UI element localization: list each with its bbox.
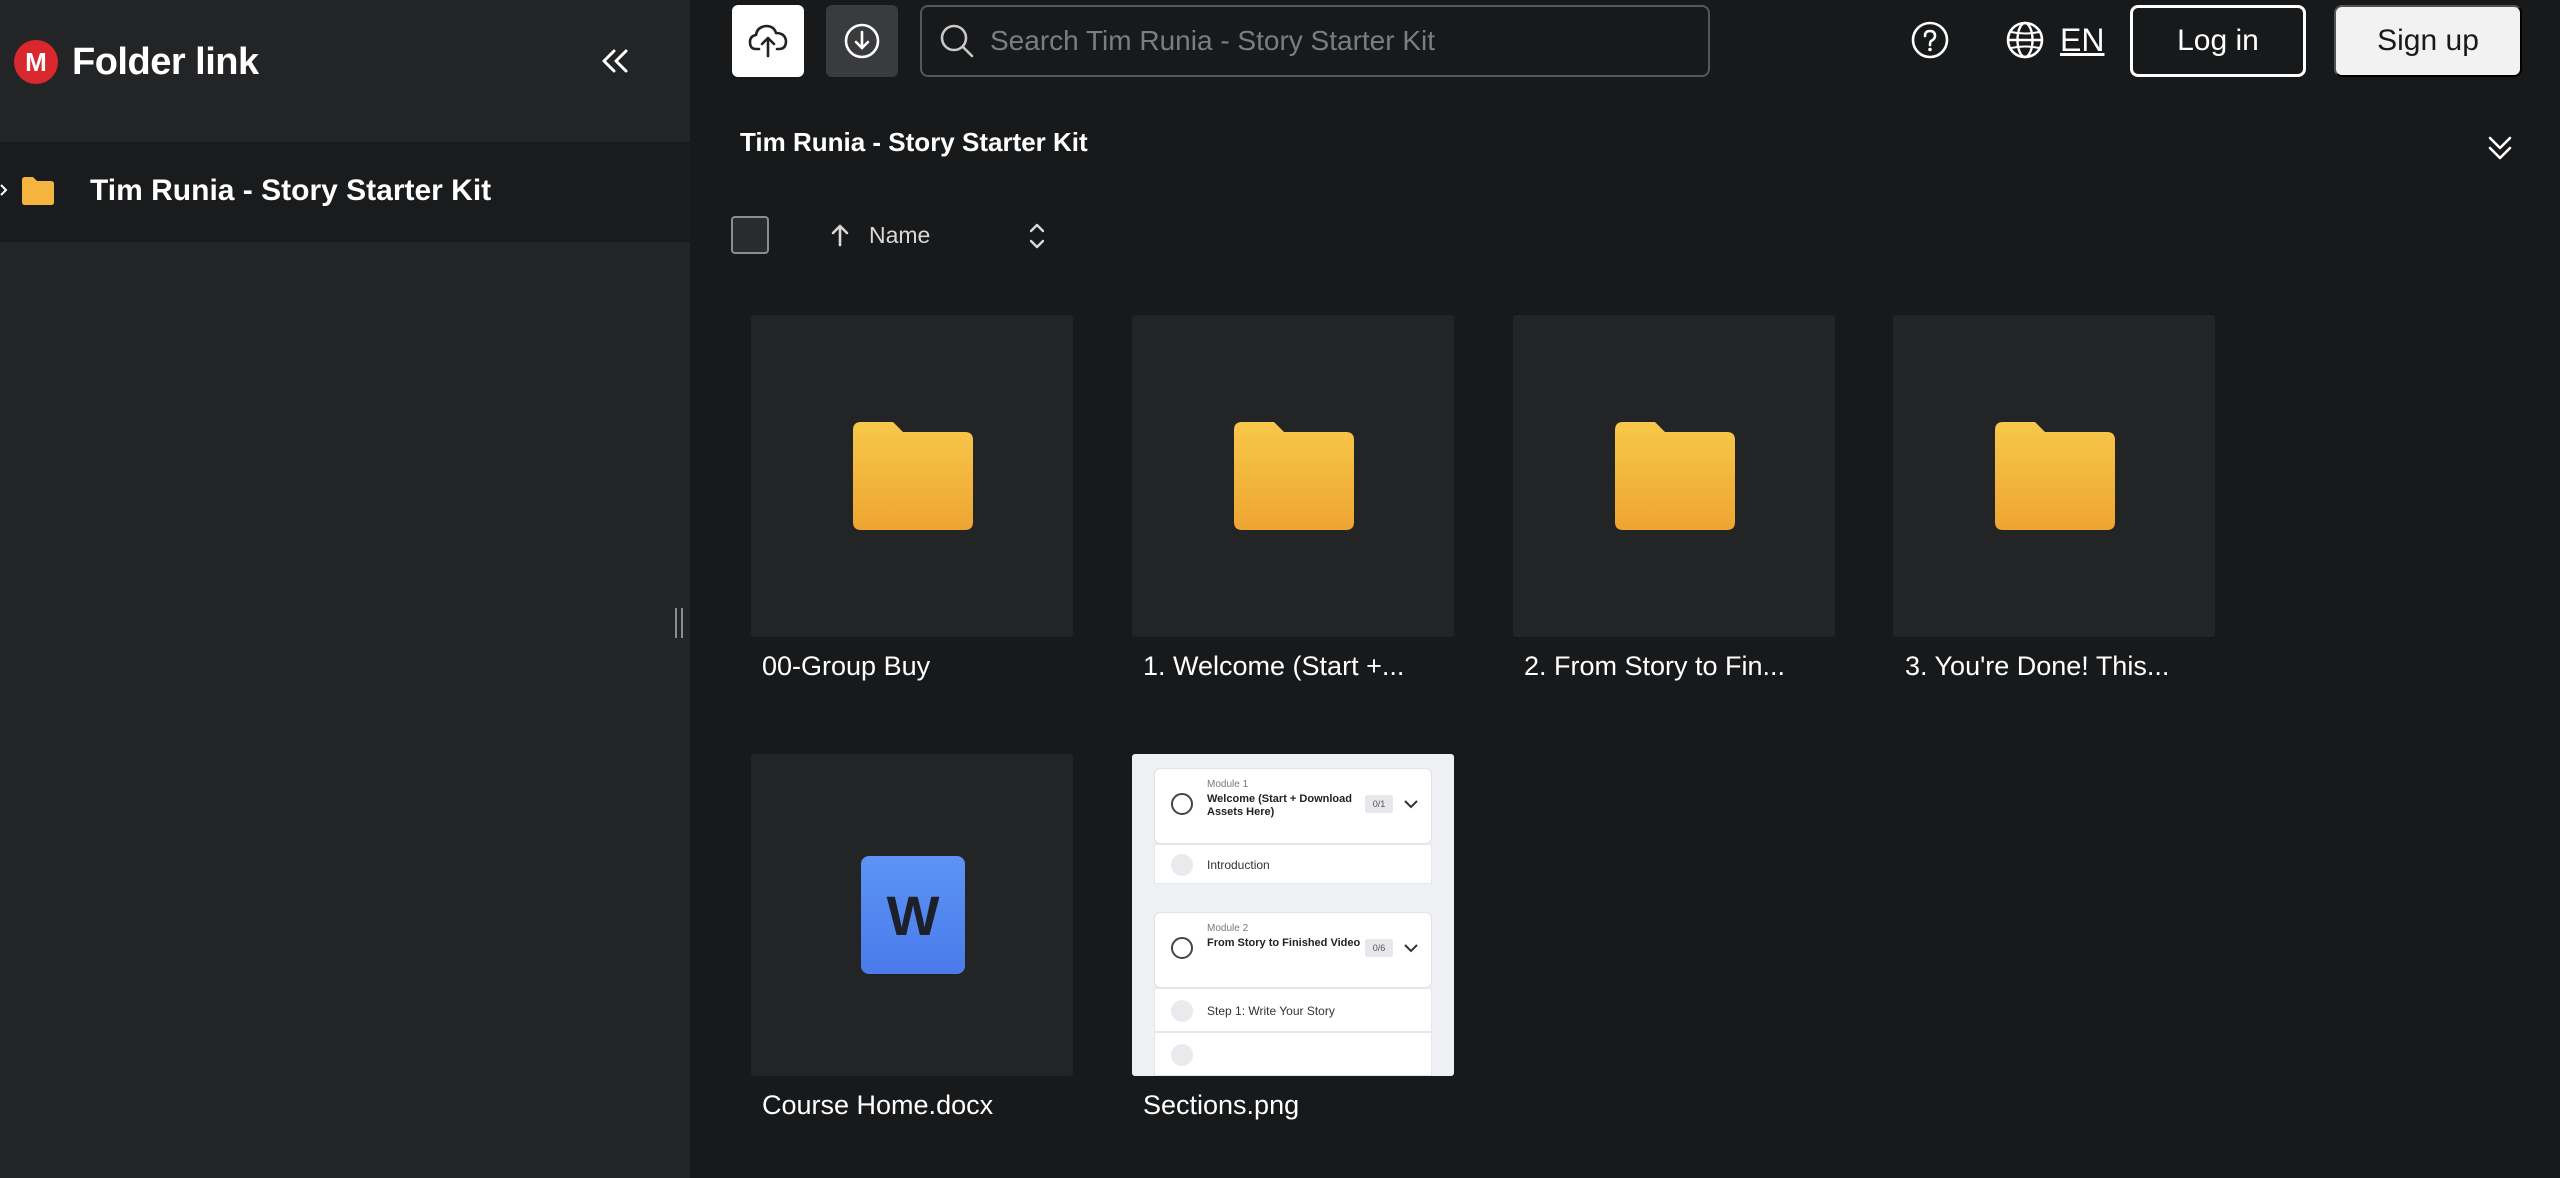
preview-lesson-row: Introduction	[1154, 844, 1432, 884]
preview-lesson-row	[1154, 1032, 1432, 1076]
folder-icon	[1615, 422, 1735, 530]
preview-badge: 0/1	[1365, 795, 1393, 813]
file-tile-image[interactable]: Module 1 Welcome (Start + Download Asset…	[1132, 754, 1454, 1076]
search-input[interactable]	[990, 25, 1690, 57]
sidebar-header: M Folder link	[0, 0, 690, 142]
preview-badge: 0/6	[1365, 939, 1393, 957]
upload-button[interactable]	[732, 5, 804, 77]
file-name-label: 00-Group Buy	[762, 651, 931, 681]
preview-lesson-label: Introduction	[1207, 858, 1270, 872]
preview-module-label: Module 1	[1207, 779, 1249, 790]
sidebar: M Folder link Tim Runia - Story Starter …	[0, 0, 690, 1178]
folder-icon	[853, 422, 973, 530]
globe-icon[interactable]	[2005, 20, 2045, 60]
resize-handle-icon[interactable]	[672, 606, 686, 640]
mega-logo-icon[interactable]: M	[14, 40, 58, 84]
preview-chevron-down-icon	[1404, 944, 1418, 953]
page-title: Tim Runia - Story Starter Kit	[740, 127, 1088, 157]
cloud-upload-icon	[748, 24, 788, 58]
brand-title: Folder link	[72, 40, 259, 83]
login-button[interactable]: Log in	[2130, 5, 2306, 77]
file-name-label: Course Home.docx	[762, 1090, 994, 1120]
preview-circle	[1171, 937, 1193, 959]
sidebar-tree-item-root[interactable]: Tim Runia - Story Starter Kit	[0, 142, 690, 242]
signup-button[interactable]: Sign up	[2334, 5, 2522, 77]
file-name-label: 3. You're Done! This...	[1905, 651, 2170, 681]
sidebar-tree-item-label: Tim Runia - Story Starter Kit	[90, 174, 492, 207]
preview-module-title: Welcome (Start + Download Assets Here)	[1207, 793, 1352, 818]
double-chevron-down-icon[interactable]	[2482, 130, 2518, 166]
preview-dot	[1171, 1044, 1193, 1066]
file-tile-docx[interactable]: W	[751, 754, 1073, 1076]
caret-right-icon[interactable]	[0, 182, 8, 198]
download-circle-icon	[844, 23, 880, 59]
folder-tile[interactable]	[751, 315, 1073, 637]
preview-chevron-down-icon	[1404, 800, 1418, 809]
download-button[interactable]	[826, 5, 898, 77]
preview-module-title: From Story to Finished Video	[1207, 937, 1361, 949]
search-icon	[938, 22, 976, 60]
sort-toggle-icon[interactable]	[1025, 219, 1049, 253]
preview-lesson-row: Step 1: Write Your Story	[1154, 988, 1432, 1032]
brand: M Folder link	[14, 40, 259, 84]
language-selector[interactable]: EN	[2060, 22, 2104, 59]
preview-lesson-label: Step 1: Write Your Story	[1207, 1004, 1335, 1018]
collapse-sidebar-button[interactable]	[590, 36, 640, 86]
word-document-icon: W	[861, 856, 965, 974]
preview-circle	[1171, 793, 1193, 815]
preview-dot	[1171, 854, 1193, 876]
folder-tile[interactable]	[1132, 315, 1454, 637]
folder-icon	[1995, 422, 2115, 530]
sort-by-name-label[interactable]: Name	[869, 222, 930, 249]
file-name-label: 2. From Story to Fin...	[1524, 651, 1786, 681]
arrow-up-icon[interactable]	[826, 221, 854, 249]
preview-module-card: Module 2 From Story to Finished Video 0/…	[1154, 912, 1432, 988]
folder-icon	[22, 177, 54, 205]
preview-module-label: Module 2	[1207, 923, 1249, 934]
double-chevron-left-icon	[602, 49, 628, 73]
folder-tile[interactable]	[1513, 315, 1835, 637]
file-name-label: Sections.png	[1143, 1090, 1300, 1120]
search-box[interactable]	[920, 5, 1710, 77]
preview-dot	[1171, 1000, 1193, 1022]
help-icon[interactable]	[1910, 20, 1950, 60]
select-all-checkbox[interactable]	[731, 216, 769, 254]
folder-tile[interactable]	[1893, 315, 2215, 637]
folder-icon	[1234, 422, 1354, 530]
file-name-label: 1. Welcome (Start +...	[1143, 651, 1405, 681]
preview-module-card: Module 1 Welcome (Start + Download Asset…	[1154, 768, 1432, 844]
